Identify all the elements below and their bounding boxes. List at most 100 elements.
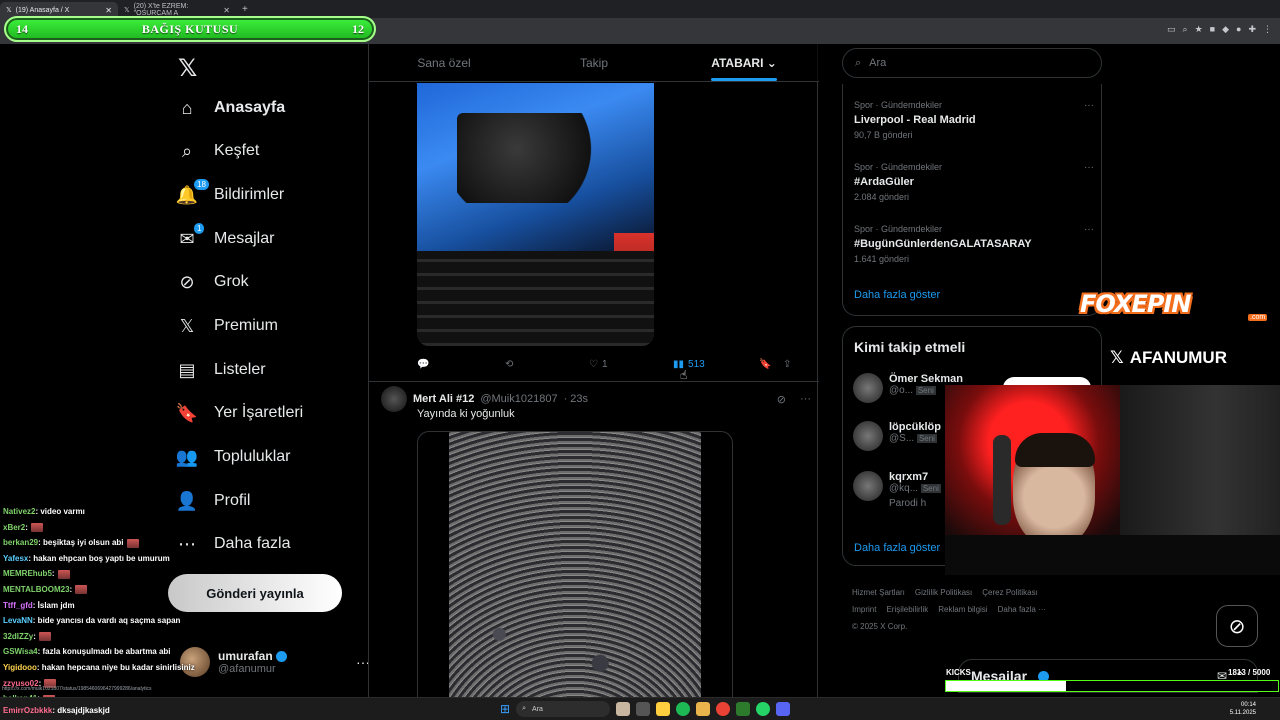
chat-text: : [25, 522, 28, 532]
whatsapp-icon[interactable] [756, 702, 771, 716]
chrome-icon[interactable] [716, 702, 731, 716]
sidebar-item-premium[interactable]: 𝕏 Premium [176, 306, 278, 346]
mouse-cursor-icon: ☝ [680, 368, 688, 382]
who-to-follow-title: Kimi takip etmeli [854, 339, 966, 355]
avatar [853, 471, 883, 501]
spotify-icon[interactable] [676, 702, 691, 716]
trend-count: 1.641 gönderi [854, 254, 910, 264]
chat-message: LevaNN: bide yancısı da vardı aq saçma s… [3, 613, 203, 629]
like-button[interactable]: ♡ 1 [589, 359, 673, 370]
communities-icon: 👥 [175, 446, 199, 467]
sidebar-item-mesajlar[interactable]: ✉ 1 Mesajlar [176, 219, 274, 259]
avatar[interactable] [381, 386, 407, 412]
notification-badge: 1 [194, 223, 205, 234]
trend-item[interactable]: Spor · Gündemdekiler Liverpool - Real Mad… [854, 100, 1094, 140]
footer-link[interactable]: Imprint [852, 605, 876, 614]
account-switcher[interactable]: umurafan @afanumur ··· [180, 644, 370, 680]
app-icon[interactable] [636, 702, 651, 716]
share-icon[interactable]: ⇪ [783, 359, 791, 370]
grok-icon[interactable]: ⊘ [1216, 605, 1258, 647]
footer-link[interactable]: Gizlilik Politikası [915, 588, 972, 597]
tab-following[interactable]: Takip [519, 44, 669, 81]
tab-for-you[interactable]: Sana özel [369, 44, 519, 81]
view-count: 513 [688, 358, 705, 370]
like-count: 1 [601, 358, 608, 370]
new-tab-button[interactable]: + [236, 4, 254, 15]
sidebar-item-topluluklar[interactable]: 👥 Topluluklar [175, 437, 291, 477]
chat-user: 32dIZZy [3, 631, 34, 641]
sidebar-item-label: Anasayfa [214, 99, 286, 116]
more-icon[interactable]: ··· [800, 393, 811, 405]
extension-icon[interactable]: ● [1236, 24, 1241, 35]
extension-icon[interactable]: ◆ [1222, 24, 1229, 35]
puzzle-icon[interactable]: ✚ [1248, 24, 1256, 35]
tab-title: (19) Anasayfa / X [15, 6, 70, 14]
star-icon[interactable]: ★ [1195, 24, 1203, 35]
chat-user: EmirrOzbkkk [3, 706, 53, 715]
trend-item[interactable]: Spor · Gündemdekiler #BugünGünlerdenGALAT… [854, 224, 1094, 264]
footer-link[interactable]: Erişilebilirlik [886, 605, 928, 614]
chat-message: Yigidooo: hakan hepcana niye bu kadar si… [3, 660, 203, 676]
app-icon[interactable] [616, 702, 631, 716]
verified-badge-icon [275, 651, 287, 663]
close-tab-icon[interactable]: ✕ [105, 6, 112, 15]
taskbar-clock[interactable]: 00:14 5.11.2025 [1230, 701, 1256, 717]
close-tab-icon[interactable]: ✕ [223, 6, 230, 15]
x-premium-icon: 𝕏 [179, 315, 195, 336]
footer-link[interactable]: Daha fazla ··· [998, 605, 1046, 614]
chat-emote-icon [30, 522, 43, 532]
sidebar-item-listeler[interactable]: ▤ Listeler [176, 350, 265, 390]
streamer-name: 𝕏 AFANUMUR [1110, 348, 1227, 368]
taskbar-search[interactable]: ⌕ Ara [516, 701, 611, 717]
search-input[interactable]: ⌕ Ara [842, 48, 1102, 78]
sidebar-item-label: Yer İşaretleri [214, 404, 304, 421]
author-name[interactable]: Mert Ali #12 [413, 393, 474, 405]
reply-icon[interactable]: 💬 [417, 359, 505, 370]
show-more-link[interactable]: Daha fazla göster [854, 289, 940, 301]
sidebar-item-yer-i-şaretleri[interactable]: 🔖 Yer İşaretleri [176, 393, 303, 433]
extension-icon[interactable]: ■ [1210, 24, 1215, 35]
footer-link[interactable]: Hizmet Şartları [852, 588, 905, 597]
donation-progress-overlay: 14 BAĞIŞ KUTUSU 12 [4, 16, 376, 42]
explorer-icon[interactable] [656, 702, 671, 716]
chat-user: Nativez2 [3, 507, 36, 516]
grok-icon[interactable]: ⊘ [777, 393, 786, 406]
app-icon[interactable] [736, 702, 751, 716]
more-icon[interactable]: ··· [1084, 224, 1094, 235]
folder-icon[interactable] [696, 702, 711, 716]
menu-icon[interactable]: ⋮ [1263, 24, 1272, 35]
x-logo-icon[interactable]: 𝕏 [178, 54, 197, 83]
zoom-icon[interactable]: ⌕ [1183, 24, 1188, 35]
trend-item[interactable]: Spor · Gündemdekiler #ArdaGüler 2.084 gönd… [854, 162, 1094, 202]
footer-link[interactable]: Reklam bilgisi [938, 605, 987, 614]
discord-icon[interactable] [776, 702, 791, 716]
footer-link[interactable]: Çerez Politikası [982, 588, 1038, 597]
cast-icon[interactable]: ▭ [1167, 24, 1176, 35]
author-handle[interactable]: @Muik1021807 [480, 393, 557, 405]
tab-title: (20) X'te EZREM: "OSURCAM A [133, 3, 189, 17]
sidebar-item-grok[interactable]: ⊘ Grok [176, 262, 248, 302]
follows-you-badge: Seni [916, 434, 937, 443]
trend-count: 2.084 gönderi [854, 192, 910, 202]
chat-message: Nativez2: video varmı [3, 504, 203, 520]
windows-start-icon[interactable]: ⊞ [500, 702, 510, 716]
sidebar-item-bildirimler[interactable]: 🔔 18 Bildirimler [176, 175, 284, 215]
bookmark-icon[interactable]: 🔖 [759, 359, 783, 370]
post-video-thumbnail[interactable] [417, 83, 654, 346]
sidebar-item-anasayfa[interactable]: ⌂ Anasayfa [176, 88, 286, 128]
trend-name: Liverpool - Real Madrid [854, 114, 976, 126]
x-favicon-icon: 𝕏 [6, 7, 12, 14]
chat-text: : bide yancısı da vardı aq saçma sapan [32, 616, 181, 626]
chat-text: : fazla konuşulmadı be abartma abi [37, 647, 171, 657]
sidebar-item-keşfet[interactable]: ⌕ Keşfet [176, 131, 259, 171]
post-video-thumbnail[interactable] [417, 431, 733, 720]
tab-atabari[interactable]: ATABARI ⌄ [669, 44, 819, 81]
repost-icon[interactable]: ⟲ [505, 359, 589, 370]
show-more-link[interactable]: Daha fazla göster [854, 542, 940, 554]
bookmark-icon: 🔖 [175, 402, 199, 423]
more-icon[interactable]: ··· [1084, 100, 1094, 111]
suggested-user-handle: @kq... [889, 483, 919, 494]
sidebar-item-label: Keşfet [214, 142, 260, 159]
post-time[interactable]: · 23s [564, 393, 588, 405]
more-icon[interactable]: ··· [1084, 162, 1094, 173]
